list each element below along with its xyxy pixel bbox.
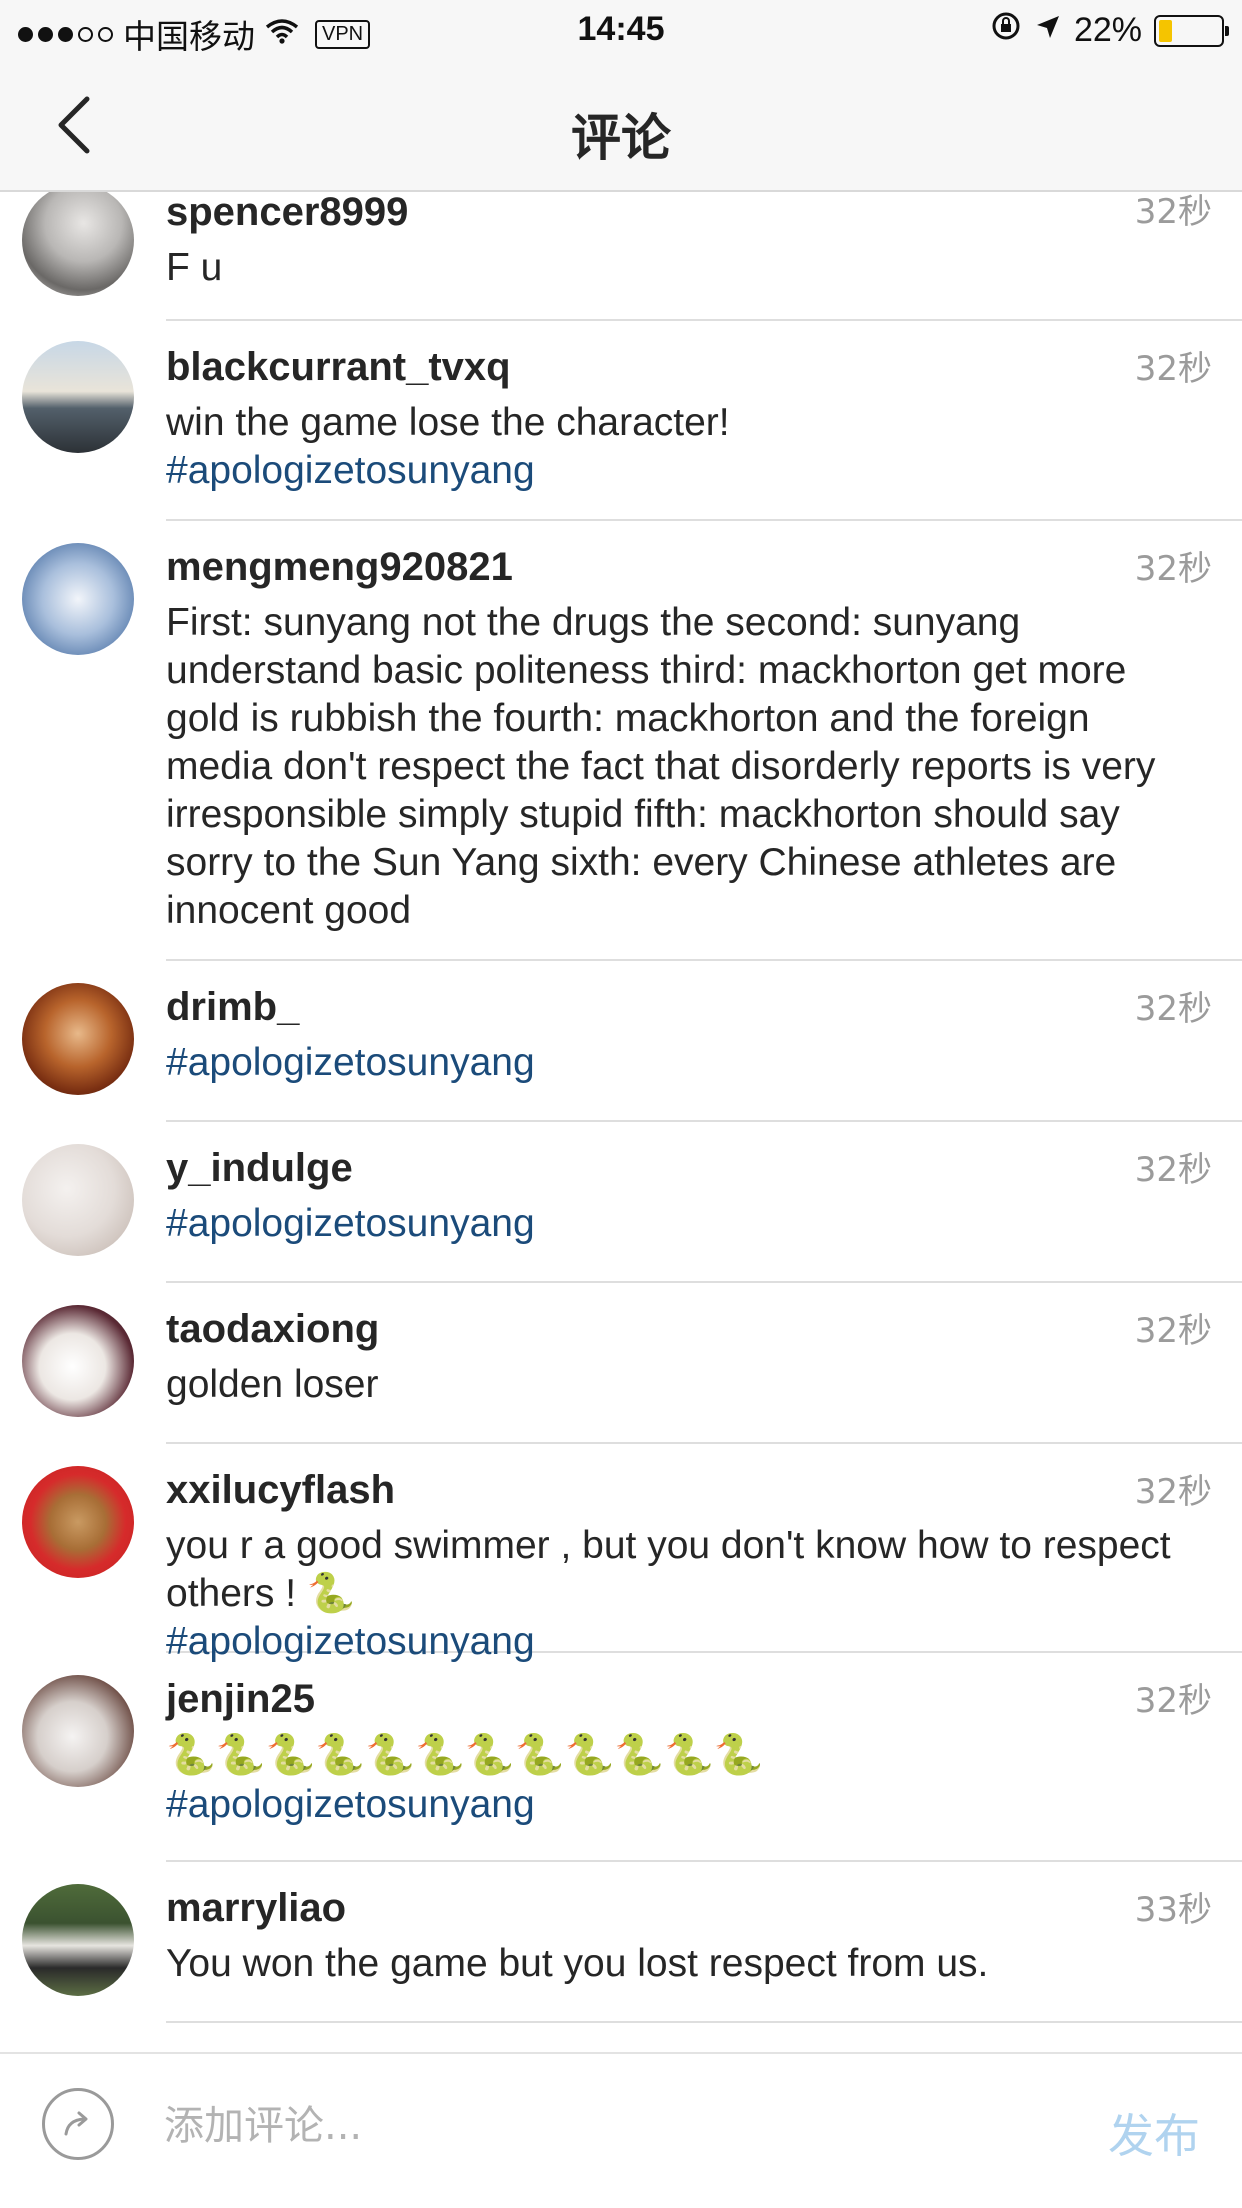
location-arrow-icon: [1034, 11, 1062, 50]
comment-list[interactable]: spencer8999 F u 32秒 blackcurrant_tvxq wi…: [0, 192, 1242, 2052]
status-bar: 中国移动 VPN 14:45 22%: [0, 0, 1242, 62]
comment-text: golden loser: [166, 1363, 379, 1406]
comment-item: taodaxiong golden loser 32秒: [0, 1283, 1242, 1444]
comment-text: win the game lose the character!: [166, 401, 730, 444]
comment-item: drimb_ #apologizetosunyang 32秒: [0, 961, 1242, 1122]
comment-hashtag-link[interactable]: #apologizetosunyang: [166, 1781, 1182, 1829]
avatar[interactable]: [22, 543, 134, 655]
comment-username[interactable]: taodaxiong: [166, 1283, 1182, 1353]
avatar[interactable]: [22, 192, 134, 296]
comment-time: 32秒: [1134, 1472, 1212, 1512]
comment-text: First: sunyang not the drugs the second:…: [166, 601, 1156, 932]
back-button[interactable]: [40, 90, 110, 160]
comment-item: marryliao You won the game but you lost …: [0, 1862, 1242, 2023]
carrier-name: 中国移动: [123, 17, 255, 56]
comment-text: You won the game but you lost respect fr…: [166, 1942, 989, 1985]
avatar[interactable]: [22, 1144, 134, 1256]
comment-username[interactable]: y_indulge: [166, 1122, 1182, 1192]
page-title: 评论: [571, 109, 671, 167]
comment-item: jenjin25 🐍🐍🐍🐍🐍🐍🐍🐍🐍🐍🐍🐍 #apologizetosunyan…: [0, 1653, 1242, 1862]
avatar[interactable]: [22, 1466, 134, 1578]
comment-item: xxilucyflash you r a good swimmer , but …: [0, 1444, 1242, 1663]
comment-time: 32秒: [1134, 1150, 1212, 1190]
comment-time: 32秒: [1134, 349, 1212, 389]
battery-percent: 22%: [1073, 11, 1142, 49]
battery-icon: [1154, 14, 1229, 47]
wifi-icon: [265, 15, 299, 54]
status-left: 中国移动 VPN: [18, 10, 371, 58]
comment-time: 32秒: [1134, 549, 1212, 589]
share-arrow-icon: [64, 2111, 88, 2136]
comment-time: 32秒: [1134, 1311, 1212, 1351]
post-button[interactable]: 发布: [1108, 2100, 1200, 2166]
comment-item: spencer8999 F u 32秒: [0, 192, 1242, 321]
comment-hashtag-link[interactable]: #apologizetosunyang: [166, 447, 1182, 495]
comment-text: F u: [166, 246, 223, 289]
comment-username[interactable]: jenjin25: [166, 1653, 1182, 1723]
comment-time: 33秒: [1134, 1890, 1212, 1930]
avatar[interactable]: [22, 341, 134, 453]
status-right: 22%: [990, 10, 1229, 51]
avatar[interactable]: [22, 1675, 134, 1787]
comment-text: 🐍🐍🐍🐍🐍🐍🐍🐍🐍🐍🐍🐍: [166, 1733, 764, 1777]
comment-item: blackcurrant_tvxq win the game lose the …: [0, 321, 1242, 521]
comment-input-bar: 发布: [0, 2052, 1242, 2208]
chevron-left-icon: [58, 96, 90, 154]
avatar[interactable]: [22, 1305, 134, 1417]
avatar[interactable]: [22, 1884, 134, 1996]
comment-item: y_indulge #apologizetosunyang 32秒: [0, 1122, 1242, 1283]
avatar[interactable]: [22, 983, 134, 1095]
comment-username[interactable]: blackcurrant_tvxq: [166, 321, 1182, 391]
comment-time: 32秒: [1134, 1681, 1212, 1721]
signal-strength-icon: [18, 26, 113, 42]
comment-username[interactable]: xxilucyflash: [166, 1444, 1182, 1514]
share-button[interactable]: [42, 2088, 114, 2160]
comment-username[interactable]: spencer8999: [166, 192, 1182, 236]
comment-username[interactable]: marryliao: [166, 1862, 1182, 1932]
comment-hashtag-link[interactable]: #apologizetosunyang: [166, 1200, 1182, 1248]
battery-level: [1159, 19, 1173, 42]
comment-hashtag-link[interactable]: #apologizetosunyang: [166, 1039, 1182, 1087]
comment-username[interactable]: mengmeng920821: [166, 521, 1182, 591]
comment-time: 32秒: [1134, 192, 1212, 232]
comment-time: 32秒: [1134, 989, 1212, 1029]
vpn-badge: VPN: [315, 19, 371, 49]
nav-bar: 评论: [0, 62, 1242, 192]
comment-username[interactable]: drimb_: [166, 961, 1182, 1031]
comment-text: you r a good swimmer , but you don't kno…: [166, 1524, 1171, 1615]
comment-input[interactable]: [164, 2088, 1044, 2164]
comment-item: mengmeng920821 First: sunyang not the dr…: [0, 521, 1242, 961]
rotation-lock-icon: [990, 10, 1022, 51]
